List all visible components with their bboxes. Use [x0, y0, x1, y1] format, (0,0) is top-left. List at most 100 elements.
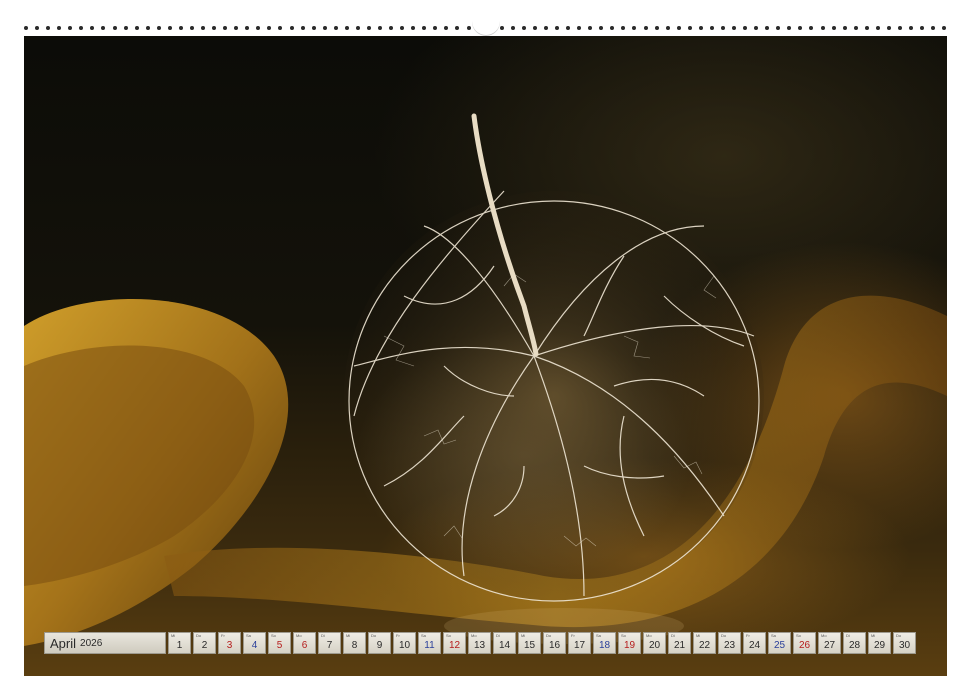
day-cell: So 19 — [618, 632, 641, 654]
binding-hole — [322, 26, 327, 30]
binding-hole — [300, 26, 305, 30]
binding-hole — [787, 26, 792, 30]
binding-hole — [234, 26, 239, 30]
binding-hole — [212, 26, 217, 30]
binding-hole — [621, 26, 626, 30]
binding-hole — [278, 26, 283, 30]
binding-hole — [875, 26, 880, 30]
binding-hole — [709, 26, 714, 30]
day-number: 4 — [251, 640, 258, 651]
weekday-abbrev: Do — [371, 633, 377, 638]
binding-hole — [178, 26, 183, 30]
binding-hole — [256, 26, 261, 30]
binding-hole — [920, 26, 925, 30]
day-number: 17 — [573, 640, 586, 651]
weekday-abbrev: Di — [496, 633, 500, 638]
day-cell: Di 7 — [318, 632, 341, 654]
day-cell: Do 9 — [368, 632, 391, 654]
day-number: 28 — [848, 640, 861, 651]
binding-hole — [820, 26, 825, 30]
day-cell: Di 28 — [843, 632, 866, 654]
weekday-abbrev: Di — [321, 633, 325, 638]
day-cell: Di 21 — [668, 632, 691, 654]
binding-hole — [588, 26, 593, 30]
month-name: April — [50, 635, 77, 651]
binding-hole — [720, 26, 725, 30]
weekday-abbrev: Fr — [571, 633, 575, 638]
binding-hole — [422, 26, 427, 30]
binding-hole — [732, 26, 736, 30]
day-cell: Di 14 — [493, 632, 516, 654]
day-number: 14 — [498, 640, 511, 651]
binding-hole — [743, 26, 748, 30]
binding-hole — [864, 26, 869, 30]
day-number: 23 — [723, 640, 736, 651]
binding-hole — [245, 26, 250, 30]
binding-hole — [134, 26, 139, 30]
binding-hole — [521, 26, 526, 30]
binding-hole — [599, 26, 604, 30]
weekday-abbrev: Mo — [296, 633, 302, 638]
day-cell: Mi 1 — [168, 632, 191, 654]
day-cell: Mi 8 — [343, 632, 366, 654]
day-number: 5 — [276, 640, 283, 651]
day-cell: Sa 4 — [243, 632, 266, 654]
month-calendar-strip: April 2026 Mi 1 Do 2 Fr 3 Sa 4 So 5 Mo 6 Di 7 Mi 8 Do 9 Fr… — [44, 632, 926, 654]
day-number: 27 — [823, 640, 836, 651]
binding-hole — [57, 26, 62, 30]
binding-hole — [24, 26, 28, 30]
day-number: 11 — [424, 640, 435, 651]
day-number: 24 — [748, 640, 761, 651]
weekday-abbrev: Fr — [746, 633, 750, 638]
day-number: 19 — [623, 640, 636, 651]
binding-hole — [267, 26, 272, 30]
binding-hole — [632, 26, 637, 30]
weekday-abbrev: Mo — [646, 633, 652, 638]
weekday-abbrev: Mo — [471, 633, 477, 638]
weekday-abbrev: Sa — [596, 633, 601, 638]
weekday-abbrev: Sa — [246, 633, 251, 638]
day-number: 6 — [301, 640, 308, 651]
binding-hole — [400, 26, 405, 30]
binding-hole — [68, 26, 73, 30]
binding-hole — [942, 26, 947, 30]
day-number: 3 — [226, 640, 233, 651]
weekday-abbrev: Do — [721, 633, 727, 638]
day-number: 30 — [898, 640, 911, 651]
binding-hole — [46, 26, 51, 30]
day-number: 13 — [473, 640, 486, 651]
binding-hole — [532, 26, 537, 30]
weekday-abbrev: So — [796, 633, 801, 638]
binding-hole — [289, 26, 294, 30]
day-cell: So 5 — [268, 632, 291, 654]
day-number: 2 — [201, 640, 208, 651]
day-number: 21 — [673, 640, 686, 651]
day-cell: Fr 24 — [743, 632, 766, 654]
binding-hole — [35, 26, 40, 30]
day-number: 20 — [648, 640, 661, 651]
day-cell: Sa 11 — [418, 632, 441, 654]
binding-hole — [610, 26, 615, 30]
weekday-abbrev: Di — [671, 633, 675, 638]
binding-hole — [809, 26, 814, 30]
binding-hole — [798, 26, 803, 30]
day-number: 15 — [523, 640, 536, 651]
weekday-abbrev: Do — [546, 633, 552, 638]
weekday-abbrev: Mo — [821, 633, 827, 638]
binding-hole — [79, 26, 84, 30]
day-cell: Mo 6 — [293, 632, 316, 654]
binding-hole — [389, 26, 394, 30]
binding-hole — [344, 26, 349, 30]
weekday-abbrev: Mi — [346, 633, 351, 638]
weekday-abbrev: So — [446, 633, 451, 638]
day-number: 10 — [398, 640, 411, 651]
day-cell: Mo 27 — [818, 632, 841, 654]
binding-hole — [466, 26, 471, 30]
binding-hole — [123, 26, 128, 30]
binding-hole — [886, 26, 891, 30]
binding-hole — [355, 26, 360, 30]
binding-hole — [897, 26, 902, 30]
binding-hole — [776, 26, 781, 30]
day-number: 1 — [176, 640, 183, 651]
day-cell: Fr 10 — [393, 632, 416, 654]
